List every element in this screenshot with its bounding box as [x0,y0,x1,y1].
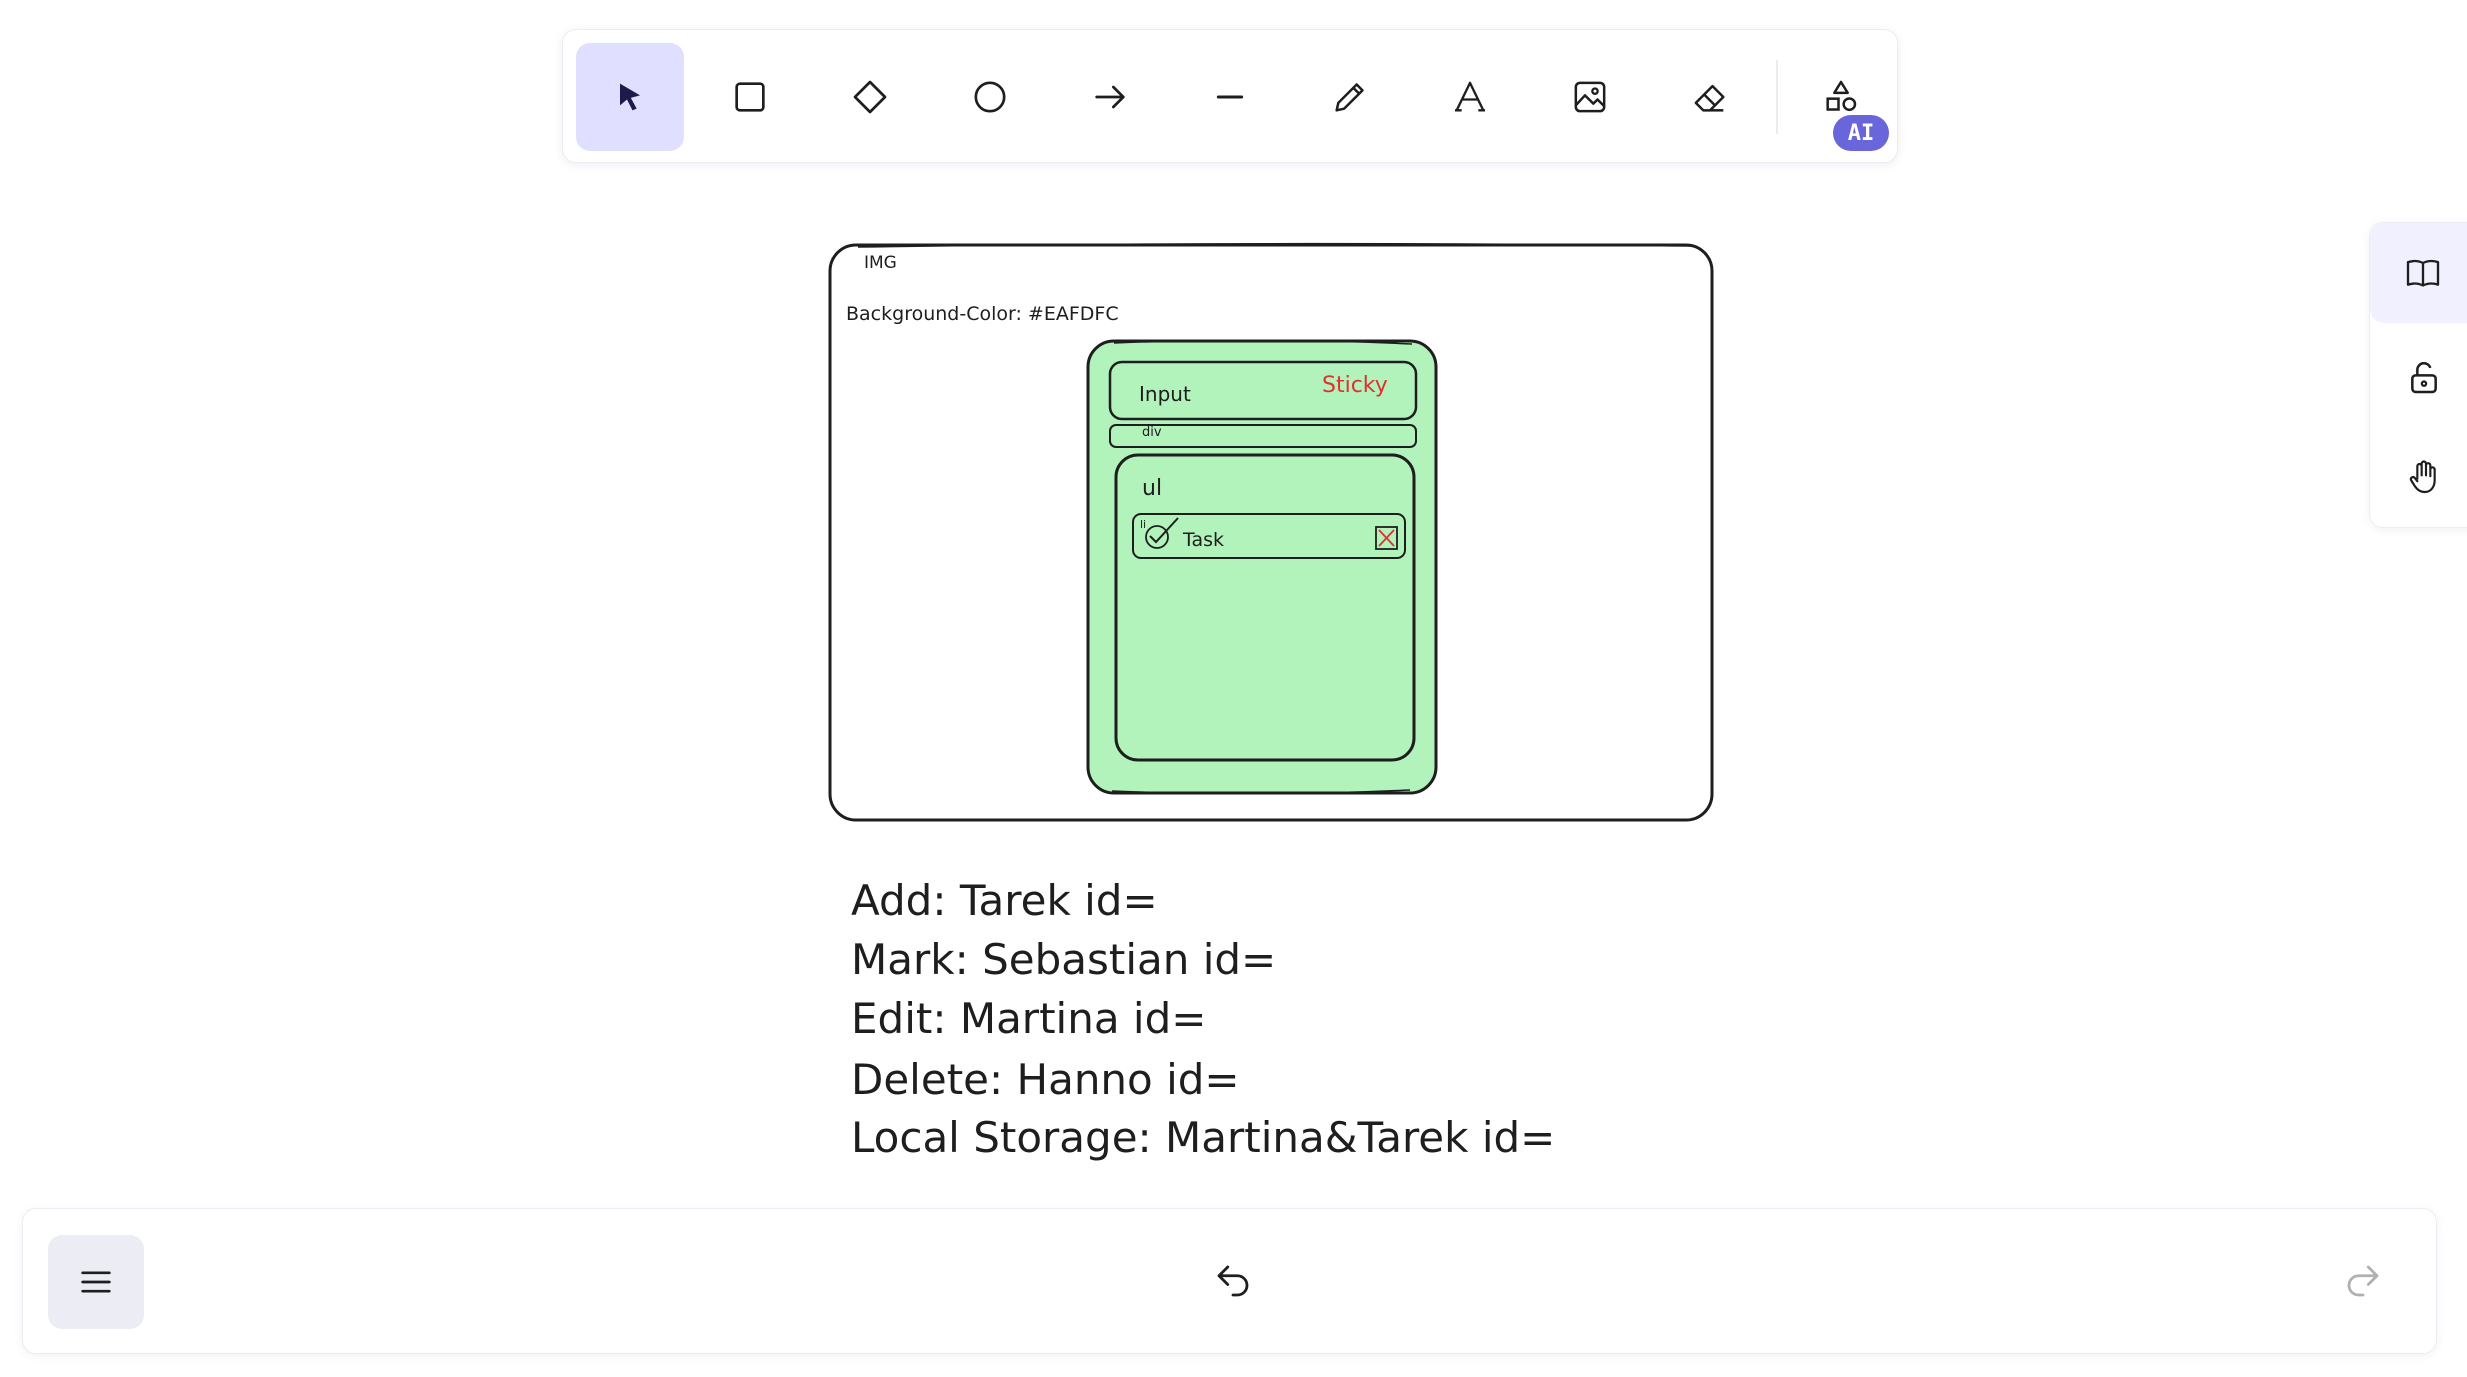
hamburger-icon [81,1271,111,1293]
arrow-tool[interactable] [1056,43,1164,151]
toolbar: AI [562,29,1898,163]
redo-icon [2347,1265,2379,1297]
diamond-tool[interactable] [816,43,924,151]
line-tool[interactable] [1176,43,1284,151]
eraser-icon [1694,84,1725,112]
selection-tool[interactable] [576,43,684,151]
rectangle-tool[interactable] [696,43,804,151]
footer-bar [22,1208,2437,1354]
pointer-icon [620,83,640,111]
ellipse-tool[interactable] [936,43,1044,151]
hand-icon [2409,460,2436,494]
note-mark: Mark: Sebastian id= [851,935,1276,984]
div-label: div [1142,425,1162,440]
task-label: Task [1182,529,1224,551]
line-icon [1216,95,1244,99]
lock-button[interactable] [2374,327,2467,427]
text-tool[interactable] [1416,43,1524,151]
text-icon [1455,81,1485,112]
pencil-icon [1335,83,1364,112]
sticky-label: Sticky [1322,373,1388,398]
image-tool[interactable] [1536,43,1644,151]
toolbar-divider [1776,60,1778,134]
image-frame[interactable] [828,243,1714,822]
unlock-icon [2411,361,2437,394]
note-delete: Delete: Hanno id= [851,1055,1240,1104]
div-box[interactable] [1109,424,1417,448]
library-button[interactable] [2370,223,2467,323]
book-icon [2406,259,2439,287]
sticky-card[interactable] [1086,339,1438,795]
side-panel [2369,222,2467,528]
canvas[interactable]: IMG Background-Color: #EAFDFC Input Stic… [0,0,2467,1377]
rectangle-icon [735,82,765,112]
ul-box[interactable] [1114,453,1416,762]
delete-icon[interactable] [1375,526,1398,550]
diamond-icon [853,80,887,114]
input-box[interactable] [1108,360,1418,421]
shapes-icon [1826,80,1857,112]
input-label: Input [1139,382,1191,406]
redo-button[interactable] [2335,1253,2391,1309]
task-item[interactable] [1132,513,1406,559]
note-edit: Edit: Martina id= [851,994,1206,1043]
hand-button[interactable] [2374,427,2467,527]
ul-label: ul [1142,476,1162,501]
image-icon [1574,81,1606,113]
note-local-storage: Local Storage: Martina&Tarek id= [851,1113,1555,1162]
frame-label: IMG [864,253,897,273]
undo-button[interactable] [1205,1253,1261,1309]
draw-tool[interactable] [1296,43,1404,151]
background-color-note: Background-Color: #EAFDFC [846,303,1119,325]
arrow-icon [1095,85,1125,109]
note-add: Add: Tarek id= [851,876,1158,925]
undo-icon [1217,1265,1249,1297]
check-icon[interactable] [1145,517,1179,549]
circle-icon [974,81,1006,113]
main-menu-button[interactable] [48,1235,144,1329]
ai-badge[interactable]: AI [1833,115,1889,151]
eraser-tool[interactable] [1656,43,1764,151]
li-label: li [1140,518,1146,531]
